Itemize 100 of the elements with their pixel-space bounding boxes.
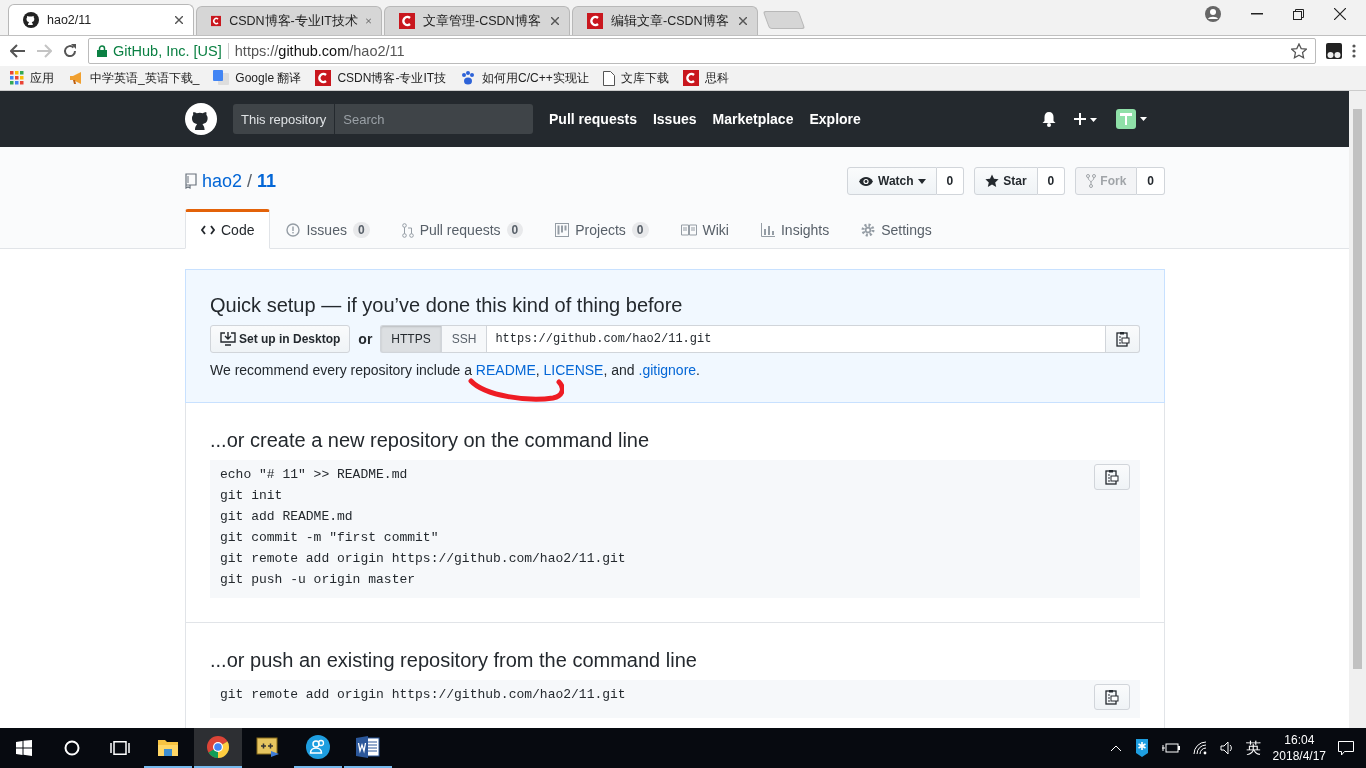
c-logo-icon [682,70,699,86]
chrome-icon [206,735,230,759]
bookmark-link[interactable]: 文库下载 [620,69,669,87]
copy-button[interactable] [1094,464,1130,490]
clock-time[interactable]: 16:04 [1284,732,1315,748]
file-link[interactable]: .gitignore [638,362,697,378]
repo-tab[interactable]: Wiki [664,209,745,249]
protocol-toggle[interactable]: SSH [440,325,487,353]
browser-tab[interactable]: 文章管理-CSDN博客 [384,6,570,35]
caret-icon [917,178,926,184]
desktop-button[interactable]: Set up in Desktop [210,325,351,353]
chevron-up-icon[interactable] [1109,744,1122,752]
bell-icon[interactable] [1042,111,1056,127]
notification-icon[interactable] [1338,740,1354,756]
file-link[interactable]: README [475,362,536,378]
search-scope-label: This repository [233,104,336,134]
reload-icon[interactable] [62,43,78,59]
extension-icon[interactable] [1326,43,1342,59]
avatar-dropdown-icon[interactable] [1116,109,1148,129]
bookmark-link[interactable]: 如何用C/C++实现让 [482,69,589,87]
clock-date[interactable]: 2018/4/17 [1272,748,1326,764]
windows-start-icon[interactable] [16,740,32,756]
code-line: git remote add origin https://github.com/hao2/11.git [220,550,627,568]
address-bar[interactable]: GitHub, Inc. [US] https://github.com/hao2/11 [88,38,1316,64]
back-icon[interactable] [10,44,26,58]
repo-name-link[interactable]: 11 [257,170,277,192]
minimize-icon[interactable] [1251,13,1263,15]
search-circle-icon[interactable] [64,740,80,756]
recommendation-text: We recommend every repository include a README, LICENSE, and .gitignore. [210,362,701,378]
browser-tab[interactable]: hao2/11 [8,4,194,35]
repo-tab[interactable]: Insights [744,209,846,249]
close-icon[interactable] [175,16,183,24]
bookmark-link[interactable]: 思科 [704,69,729,87]
battery-icon[interactable] [1161,742,1180,754]
speaker-icon[interactable] [1219,741,1234,755]
counter: 0 [631,222,649,238]
menu-icon[interactable] [1352,44,1356,58]
count-label[interactable]: 0 [936,167,965,195]
url-text: https://github.com/hao2/11 [234,43,406,59]
repo-tab[interactable]: Pull requests 0 [385,209,540,249]
taskbar-app[interactable] [194,728,242,768]
repo-tab[interactable]: Projects 0 [539,209,665,249]
count-label[interactable]: 0 [1037,167,1066,195]
folder-icon [157,737,179,757]
github-icon [23,12,39,28]
repo-owner-link[interactable]: hao2 [202,170,243,192]
nav-link[interactable]: Marketplace [712,111,794,127]
bookmark-link[interactable]: Google 翻译 [235,69,302,87]
search-input[interactable]: Search [335,104,533,134]
book-icon [680,224,697,236]
asterisk-badge-icon[interactable] [1133,739,1150,757]
section-heading: Quick setup — if you’ve done this kind of thing before [210,294,684,317]
star-icon[interactable] [1291,43,1307,59]
close-icon[interactable] [1334,8,1346,20]
counter: 0 [352,222,370,238]
repo-tab[interactable]: Settings [845,209,948,249]
star-button[interactable]: Star [974,167,1038,195]
plus-plus-window-icon [256,737,280,757]
repo-tab[interactable]: Code [185,209,271,249]
code-line: echo "# 11" >> README.md [220,466,409,484]
code-icon [201,224,215,236]
scrollbar-thumb[interactable] [1353,109,1362,669]
fork-icon [1086,174,1097,188]
copy-button[interactable] [1106,325,1140,353]
c-logo-icon [315,70,332,86]
plus-dropdown-icon[interactable] [1074,112,1098,126]
bookmark-link[interactable]: 应用 [30,69,54,87]
clone-url-field[interactable]: https://github.com/hao2/11.git [486,325,1106,353]
code-line: git init [220,487,284,505]
code-line: git add README.md [220,508,354,526]
translate-icon [213,70,230,86]
people-icon [306,735,330,759]
word-doc-icon [356,736,380,758]
nav-link[interactable]: Issues [652,111,697,127]
input-method-label[interactable]: 英 [1245,738,1261,758]
or-label: or [358,331,373,347]
bookmark-link[interactable]: 中学英语_英语下载_ [90,69,200,87]
alert-circle-icon [286,223,301,237]
search-field[interactable]: This repository Search [233,104,533,134]
protocol-toggle[interactable]: HTTPS [380,325,441,353]
code-line: git remote add origin https://github.com/hao2/11.git [220,686,627,704]
github-logo-icon[interactable] [185,103,217,135]
restore-icon[interactable] [1293,8,1304,20]
nav-link[interactable]: Explore [809,111,861,127]
bookmark-link[interactable]: CSDN博客-专业IT技 [337,69,447,87]
repo-tab[interactable]: Issues 0 [270,209,386,249]
copy-button[interactable] [1094,684,1130,710]
profile-icon[interactable] [1205,6,1221,22]
scrollbar[interactable] [1349,91,1366,728]
wifi-icon[interactable] [1191,741,1208,755]
browser-tab[interactable]: 编辑文章-CSDN博客 [572,6,758,35]
watch-button[interactable]: Watch [847,167,937,195]
code-line: git push -u origin master [220,571,417,589]
path-separator: / [247,170,253,192]
security-label: GitHub, Inc. [US] [113,43,222,59]
browser-tab[interactable]: CSDN博客-专业IT技术 [196,6,382,35]
download-icon [220,332,236,346]
nav-link[interactable]: Pull requests [549,111,637,127]
paw-icon [460,70,477,86]
task-view-icon[interactable] [110,741,130,755]
